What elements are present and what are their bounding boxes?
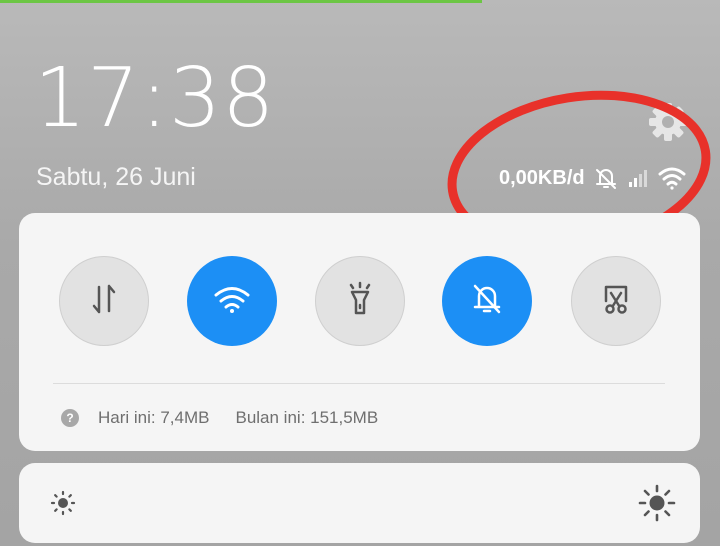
flashlight-icon xyxy=(343,281,377,322)
quick-settings-panel: ? Hari ini: 7,4MB Bulan ini: 151,5MB xyxy=(19,213,700,451)
panel-divider xyxy=(53,383,665,384)
data-usage-today: Hari ini: 7,4MB xyxy=(98,408,210,427)
help-icon[interactable]: ? xyxy=(61,409,79,427)
network-speed: 0,00KB/d xyxy=(499,166,585,189)
data-transfer-icon xyxy=(89,282,119,321)
screenshot-scissors-icon xyxy=(598,281,634,322)
toggle-flashlight[interactable] xyxy=(315,256,405,346)
top-progress-bar xyxy=(0,0,482,3)
cellular-signal-icon xyxy=(627,167,649,189)
bell-muted-icon xyxy=(469,281,505,322)
clock-time: 17:38 xyxy=(34,51,276,146)
toggle-wifi[interactable] xyxy=(187,256,277,346)
toggle-silent[interactable] xyxy=(442,256,532,346)
bell-muted-icon xyxy=(593,165,619,191)
wifi-icon xyxy=(212,283,252,320)
sun-large-icon xyxy=(637,483,677,523)
data-usage-row: ? Hari ini: 7,4MB Bulan ini: 151,5MB xyxy=(61,406,378,430)
data-usage-month: Bulan ini: 151,5MB xyxy=(235,408,379,427)
sun-small-icon xyxy=(49,489,77,517)
quick-toggle-row xyxy=(59,256,661,346)
clock-date: Sabtu, 26 Juni xyxy=(36,163,196,191)
wifi-icon xyxy=(657,165,687,191)
toggle-screenshot[interactable] xyxy=(571,256,661,346)
brightness-slider[interactable] xyxy=(19,463,700,543)
settings-gear-icon[interactable] xyxy=(646,100,690,144)
status-bar: 0,00KB/d xyxy=(499,164,687,192)
toggle-mobile-data[interactable] xyxy=(59,256,149,346)
